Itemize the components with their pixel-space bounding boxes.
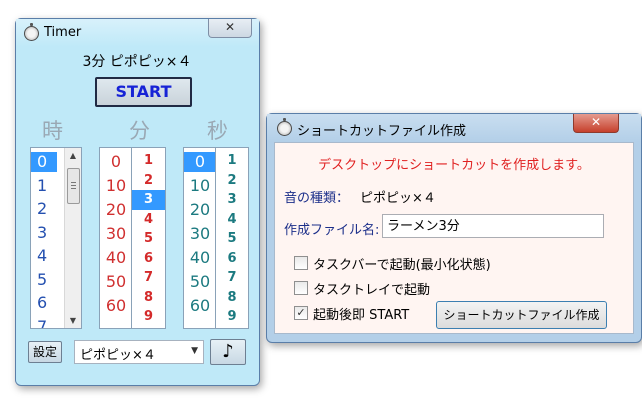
seconds-header: 秒: [207, 119, 228, 143]
hours-list[interactable]: 0 1 2 3 4 5 6 7 ▲ ▼: [30, 147, 82, 329]
seconds-units-list[interactable]: 123456789: [215, 147, 249, 329]
list-item[interactable]: 30: [100, 224, 132, 244]
checkbox-icon[interactable]: ✓: [294, 306, 308, 320]
timer-icon: [277, 118, 292, 136]
list-item[interactable]: 7: [132, 268, 165, 288]
list-item[interactable]: 6: [132, 249, 165, 269]
list-item[interactable]: 6: [216, 249, 248, 269]
list-item[interactable]: 7: [31, 317, 57, 329]
window-title: ショートカットファイル作成: [297, 124, 467, 139]
sound-type-value: ピポピッ×４: [360, 191, 436, 206]
list-item[interactable]: 5: [132, 229, 165, 249]
list-item[interactable]: 1: [132, 151, 165, 171]
list-item[interactable]: 1: [31, 176, 57, 196]
timer-titlebar[interactable]: Timer ✕: [16, 19, 259, 47]
list-item[interactable]: 9: [216, 307, 248, 327]
dropdown-icon[interactable]: ▼: [191, 346, 198, 356]
timer-icon: [24, 23, 39, 41]
scroll-down-icon[interactable]: ▼: [65, 313, 81, 328]
option-tray-label[interactable]: タスクトレイで起動: [313, 279, 430, 298]
settings-button[interactable]: 設定: [28, 341, 62, 363]
sound-select[interactable]: ピポピッ×４ ▼: [74, 340, 204, 364]
timer-window: Timer ✕ 3分 ピポピッ×４ START 時 分 秒 01234567 ▲…: [15, 18, 260, 386]
hours-header: 時: [42, 119, 63, 143]
list-item[interactable]: 0: [31, 152, 57, 172]
scroll-up-icon[interactable]: ▲: [65, 148, 81, 163]
option-taskbar-label[interactable]: タスクバーで起動(最小化状態): [313, 254, 491, 273]
list-item[interactable]: 4: [216, 210, 248, 230]
list-item[interactable]: 7: [216, 268, 248, 288]
list-item[interactable]: 3: [216, 190, 248, 210]
list-item[interactable]: 50: [184, 272, 216, 292]
list-item[interactable]: 50: [100, 272, 132, 292]
list-item[interactable]: 4: [31, 246, 57, 266]
list-item[interactable]: 8: [132, 288, 165, 308]
list-item[interactable]: 20: [100, 200, 132, 220]
list-item[interactable]: 5: [31, 270, 57, 290]
list-item[interactable]: 60: [100, 296, 132, 316]
shortcut-client-area: デスクトップにショートカットを作成します。 音の種類： ピポピッ×４ 作成ファイ…: [274, 142, 634, 334]
list-item[interactable]: 0: [184, 152, 216, 172]
minutes-header: 分: [129, 119, 150, 143]
scroll-thumb[interactable]: [67, 168, 80, 204]
timer-client-area: 3分 ピポピッ×４ START 時 分 秒 01234567 ▲ ▼ 0 10 20…: [22, 47, 252, 377]
shortcut-titlebar[interactable]: ショートカットファイル作成 ✕: [267, 114, 641, 142]
sound-title: 3分 ピポピッ×４: [82, 54, 192, 70]
list-item[interactable]: 6: [31, 293, 57, 313]
start-button[interactable]: START: [95, 77, 192, 107]
list-item[interactable]: 40: [184, 248, 216, 268]
sound-type-label: 音の種類：: [284, 191, 350, 206]
window-title: Timer: [44, 25, 82, 40]
list-item[interactable]: 0: [100, 152, 132, 172]
filename-label: 作成ファイル名:: [284, 223, 380, 238]
list-item[interactable]: 10: [184, 176, 216, 196]
close-icon[interactable]: ✕: [208, 19, 252, 38]
list-item[interactable]: 30: [184, 224, 216, 244]
minutes-tens-list[interactable]: 0 10 20 30 40 50 60: [99, 147, 133, 329]
seconds-tens-list[interactable]: 0 10 20 30 40 50 60: [183, 147, 217, 329]
create-shortcut-button[interactable]: ショートカットファイル作成: [436, 301, 607, 329]
list-item[interactable]: 2: [132, 171, 165, 191]
shortcut-window: ショートカットファイル作成 ✕ デスクトップにショートカットを作成します。 音の…: [266, 113, 642, 343]
list-item[interactable]: 60: [184, 296, 216, 316]
list-item[interactable]: 20: [184, 200, 216, 220]
list-item[interactable]: 9: [132, 307, 165, 327]
filename-field[interactable]: ラーメン3分: [382, 214, 604, 238]
list-item[interactable]: 2: [216, 171, 248, 191]
list-item[interactable]: 4: [132, 210, 165, 230]
list-item[interactable]: 40: [100, 248, 132, 268]
list-item[interactable]: 5: [216, 229, 248, 249]
list-item[interactable]: 3: [132, 190, 165, 210]
music-note-icon[interactable]: ♪: [210, 339, 246, 365]
close-icon[interactable]: ✕: [573, 114, 619, 133]
hours-scrollbar[interactable]: ▲ ▼: [64, 148, 81, 328]
list-item[interactable]: 10: [100, 176, 132, 196]
list-item[interactable]: 1: [216, 151, 248, 171]
list-item[interactable]: 2: [31, 199, 57, 219]
option-autostart-label[interactable]: 起動後即 START: [313, 304, 409, 323]
minutes-units-list[interactable]: 123456789: [131, 147, 166, 329]
checkbox-icon[interactable]: [294, 256, 308, 270]
sound-select-value: ピポピッ×４: [80, 348, 156, 363]
checkbox-icon[interactable]: [294, 281, 308, 295]
list-item[interactable]: 3: [31, 223, 57, 243]
instruction-text: デスクトップにショートカットを作成します。: [318, 158, 590, 173]
list-item[interactable]: 8: [216, 288, 248, 308]
